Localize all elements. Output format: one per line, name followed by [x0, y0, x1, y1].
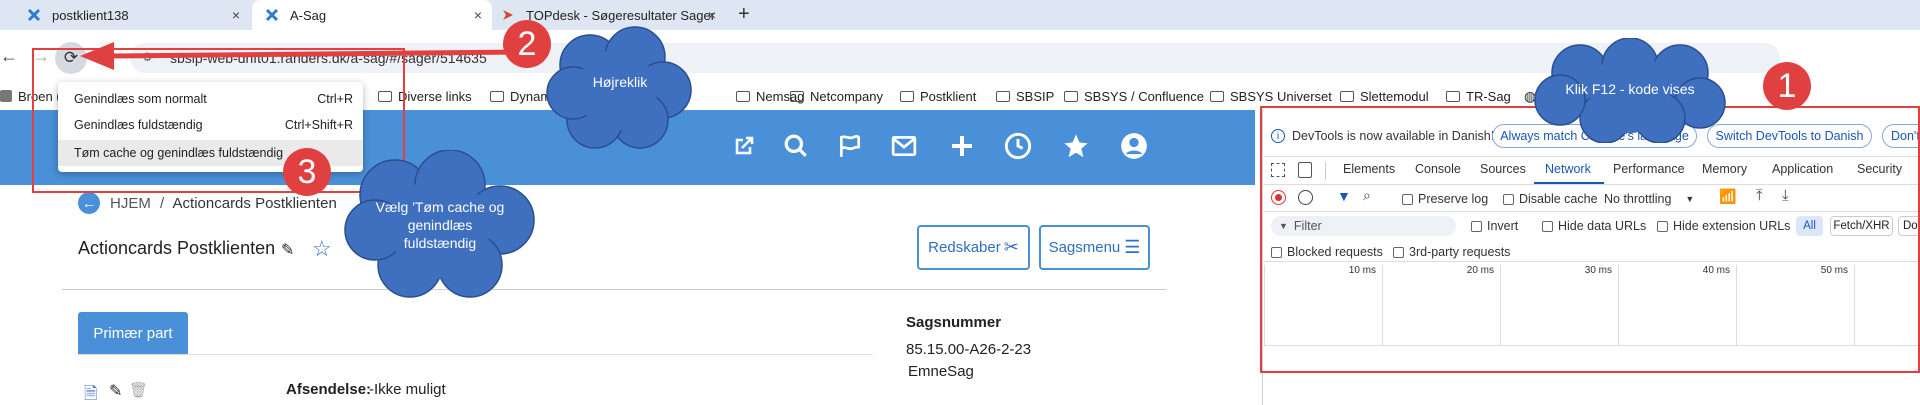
bookmark-folder[interactable]: SBSIP — [996, 85, 1054, 107]
tab-postklient[interactable]: postklient138 × — [0, 0, 250, 30]
sagsnummer-label: Sagsnummer — [906, 314, 1002, 331]
cloud-text-f12: Klik F12 - kode vises — [1565, 81, 1695, 97]
app-favicon-icon — [264, 7, 280, 23]
bookmark-folder[interactable]: Slettemodul — [1340, 85, 1429, 107]
edit-pencil-icon[interactable]: ✎ — [281, 240, 294, 260]
annotation-box-devtools — [1260, 106, 1920, 373]
folder-icon — [1210, 90, 1224, 102]
tab-title: A-Sag — [290, 7, 327, 23]
user-icon[interactable] — [1116, 128, 1152, 164]
search-icon[interactable] — [778, 128, 814, 164]
bookmark-icon — [0, 90, 12, 102]
emnesag-value: EmneSag — [908, 363, 974, 380]
folder-icon — [900, 90, 914, 102]
tools-icon: ✂ — [1003, 237, 1019, 257]
favorite-star-icon[interactable]: ☆ — [312, 236, 332, 262]
bookmark-folder[interactable]: TR-Sag — [1446, 85, 1511, 107]
plus-icon[interactable] — [944, 128, 980, 164]
folder-icon — [790, 90, 804, 102]
close-tab-icon[interactable]: × — [232, 7, 240, 23]
sagsnummer-value: 85.15.00-A26-2-23 — [906, 341, 1032, 358]
breadcrumb-current: Actioncards Postklienten — [172, 195, 337, 212]
cloud-text-right-click: Højreklik — [592, 74, 648, 90]
trash-icon[interactable]: 🗑 — [129, 381, 148, 399]
case-menu-button[interactable]: Sagsmenu ☰ — [1039, 225, 1150, 270]
new-tab-button[interactable]: + — [738, 3, 750, 26]
folder-icon — [490, 90, 504, 102]
bookmark-folder[interactable]: Netcompany — [790, 85, 883, 107]
folder-icon — [1446, 90, 1460, 102]
back-button[interactable]: ← — [0, 46, 18, 67]
close-tab-icon[interactable]: × — [474, 7, 482, 23]
breadcrumb-separator: / — [160, 195, 165, 212]
annotation-arrow — [80, 42, 520, 70]
tools-button[interactable]: Redskaber ✂ — [917, 225, 1030, 270]
breadcrumb: HJEM / Actioncards Postklienten — [110, 195, 337, 212]
hamburger-icon: ☰ — [1124, 237, 1141, 257]
tab-underline — [78, 354, 873, 355]
folder-icon — [996, 90, 1010, 102]
external-link-icon[interactable] — [726, 128, 762, 164]
cloud-text-select: Vælg 'Tøm cache og genindlæs fuldstændig — [375, 199, 505, 251]
app-favicon-icon — [26, 7, 42, 23]
flag-icon[interactable] — [832, 128, 868, 164]
afsendelse-value: -Ikke muligt — [369, 381, 446, 398]
divider — [62, 289, 1167, 290]
folder-icon — [1064, 90, 1078, 102]
clock-icon[interactable] — [1000, 128, 1036, 164]
annotation-number-3: 3 — [283, 148, 331, 196]
bookmark-folder[interactable]: Dynam — [490, 85, 551, 107]
mail-icon[interactable] — [886, 128, 922, 164]
bookmark-folder[interactable]: SBSYS Universet — [1210, 85, 1332, 107]
bookmark-folder[interactable]: SBSYS / Confluence — [1064, 85, 1204, 107]
tab-title: TOPdesk - Søgeresultater Sager — [526, 7, 716, 23]
tab-title: postklient138 — [52, 7, 129, 23]
tab-primary-part[interactable]: Primær part — [78, 312, 188, 354]
preview-doc-icon[interactable]: 🗎 — [84, 381, 98, 405]
tab-a-sag[interactable]: A-Sag × — [252, 0, 492, 30]
back-circle-icon[interactable]: ← — [78, 192, 100, 214]
annotation-number-2: 2 — [503, 20, 551, 68]
edit-icon[interactable]: ✎ — [109, 381, 122, 401]
bookmark-folder[interactable]: Postklient — [900, 85, 976, 107]
close-tab-icon[interactable]: × — [708, 7, 716, 23]
page-title: Actioncards Postklienten — [78, 238, 276, 258]
folder-icon — [1340, 90, 1354, 102]
topdesk-favicon-icon — [500, 7, 516, 23]
breadcrumb-home[interactable]: HJEM — [110, 195, 151, 212]
star-icon[interactable] — [1058, 128, 1094, 164]
folder-icon — [736, 90, 750, 102]
afsendelse-label: Afsendelse: — [286, 381, 372, 398]
annotation-number-1: 1 — [1763, 62, 1811, 110]
